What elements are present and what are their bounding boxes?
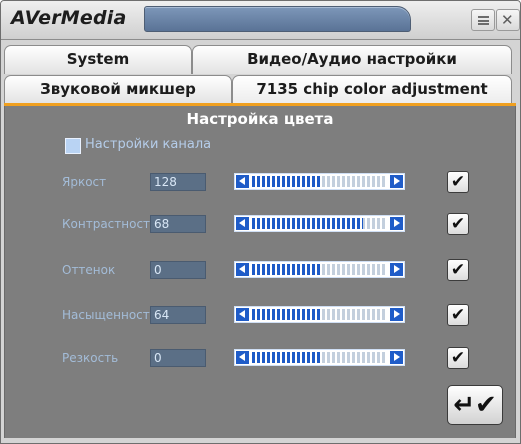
sharpness-row: Резкость 0 ✔ bbox=[5, 347, 515, 371]
contrast-enable-checkbox[interactable]: ✔ bbox=[447, 213, 469, 235]
saturation-label: Насыщенность bbox=[62, 308, 150, 322]
slider-left-arrow-icon[interactable] bbox=[236, 175, 249, 188]
channel-settings-label: Настройки канала bbox=[85, 137, 212, 152]
slider-fill bbox=[252, 309, 320, 320]
contrast-row: Контрастность 68 ✔ bbox=[5, 213, 515, 237]
brightness-value-field[interactable]: 128 bbox=[150, 173, 206, 191]
slider-fill bbox=[252, 264, 320, 275]
slider-left-arrow-icon[interactable] bbox=[236, 308, 249, 321]
slider-fill bbox=[252, 352, 320, 363]
slider-right-arrow-icon[interactable] bbox=[390, 175, 403, 188]
slider-track[interactable] bbox=[252, 218, 387, 229]
brightness-slider[interactable] bbox=[234, 173, 405, 190]
sharpness-enable-checkbox[interactable]: ✔ bbox=[447, 347, 469, 369]
menu-icon bbox=[478, 16, 489, 25]
slider-left-arrow-icon[interactable] bbox=[236, 217, 249, 230]
contrast-value-field[interactable]: 68 bbox=[150, 215, 206, 233]
title-display bbox=[144, 6, 411, 32]
slider-track[interactable] bbox=[252, 352, 387, 363]
close-button[interactable]: ✕ bbox=[496, 9, 520, 31]
slider-track[interactable] bbox=[252, 309, 387, 320]
tab-chip-color-adjustment[interactable]: 7135 chip color adjustment bbox=[232, 75, 512, 104]
tab-video-audio-settings[interactable]: Видео/Аудио настройки bbox=[192, 45, 512, 74]
brightness-label: Яркост bbox=[62, 175, 107, 189]
saturation-row: Насыщенность 64 ✔ bbox=[5, 304, 515, 328]
sharpness-value-field[interactable]: 0 bbox=[150, 349, 206, 367]
title-bar[interactable]: AVerMedia ✕ bbox=[1, 1, 520, 40]
slider-left-arrow-icon[interactable] bbox=[236, 263, 249, 276]
slider-left-arrow-icon[interactable] bbox=[236, 351, 249, 364]
tab-sound-mixer[interactable]: Звуковой микшер bbox=[4, 75, 232, 104]
brightness-enable-checkbox[interactable]: ✔ bbox=[447, 171, 469, 193]
slider-right-arrow-icon[interactable] bbox=[390, 351, 403, 364]
close-icon: ✕ bbox=[501, 11, 514, 29]
slider-track[interactable] bbox=[252, 264, 387, 275]
panel-title: Настройка цвета bbox=[186, 110, 334, 128]
apply-button[interactable]: ↵✔ bbox=[447, 385, 503, 425]
hue-slider[interactable] bbox=[234, 261, 405, 278]
saturation-enable-checkbox[interactable]: ✔ bbox=[447, 304, 469, 326]
saturation-slider[interactable] bbox=[234, 306, 405, 323]
slider-right-arrow-icon[interactable] bbox=[390, 263, 403, 276]
menu-button[interactable] bbox=[471, 9, 495, 31]
slider-fill bbox=[252, 218, 363, 229]
contrast-slider[interactable] bbox=[234, 215, 405, 232]
avermedia-logo: AVerMedia bbox=[11, 7, 127, 29]
hue-value-field[interactable]: 0 bbox=[150, 261, 206, 279]
slider-right-arrow-icon[interactable] bbox=[390, 217, 403, 230]
slider-fill bbox=[252, 176, 320, 187]
contrast-label: Контрастность bbox=[62, 217, 150, 231]
sharpness-label: Резкость bbox=[62, 351, 119, 365]
settings-window: AVerMedia ✕ System Видео/Аудио настройки… bbox=[0, 0, 521, 444]
hue-row: Оттенок 0 ✔ bbox=[5, 259, 515, 283]
brightness-row: Яркост 128 ✔ bbox=[5, 171, 515, 195]
slider-right-arrow-icon[interactable] bbox=[390, 308, 403, 321]
slider-track[interactable] bbox=[252, 176, 387, 187]
color-settings-panel: Настройка цвета Настройки канала Яркост … bbox=[4, 106, 516, 438]
tab-system[interactable]: System bbox=[4, 45, 192, 74]
channel-settings-checkbox[interactable] bbox=[65, 138, 81, 154]
hue-enable-checkbox[interactable]: ✔ bbox=[447, 259, 469, 281]
hue-label: Оттенок bbox=[62, 263, 116, 277]
sharpness-slider[interactable] bbox=[234, 349, 405, 366]
saturation-value-field[interactable]: 64 bbox=[150, 306, 206, 324]
